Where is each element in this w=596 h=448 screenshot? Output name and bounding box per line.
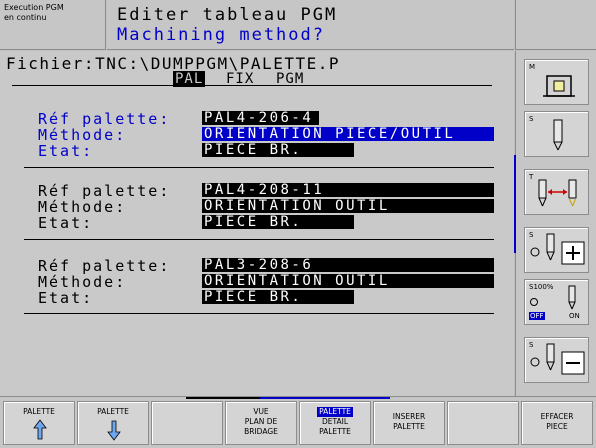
pallet-entry-2[interactable]: Réf palette: PAL4-208-11 Méthode: ORIENT… <box>24 182 494 242</box>
pallet-down-label: PALETTE <box>97 407 129 416</box>
tab-fix[interactable]: FIX <box>224 71 256 87</box>
delete-workpiece-button[interactable]: EFFACER PIECE <box>521 401 593 445</box>
softkey-row-indicator-blue <box>260 397 390 399</box>
pallet-down-button[interactable]: PALETTE <box>77 401 149 445</box>
state-value[interactable]: PIECE BR. <box>202 215 354 229</box>
pallet-ref-row: Réf palette: PAL3-208-6 <box>24 257 494 275</box>
pallet-ref-row: Réf palette: PAL4-206-4 <box>24 110 494 128</box>
level-tabs: PAL FIX PGM <box>12 71 492 89</box>
vertical-softkey-bar: M S T S S100% OFF ON S <box>514 51 596 396</box>
on-indicator[interactable]: ON <box>569 312 580 320</box>
spindle-minus-icon <box>530 343 585 375</box>
pallet-entry-1[interactable]: Réf palette: PAL4-206-4 Méthode: ORIENTA… <box>24 110 494 170</box>
softkey-empty-3[interactable] <box>151 401 223 445</box>
state-value[interactable]: PIECE BR. <box>202 143 354 157</box>
k5-line3: PALETTE <box>319 427 351 436</box>
page-title: Editer tableau PGM <box>117 5 338 25</box>
state-row: Etat: PIECE BR. <box>24 289 494 307</box>
m-function-button[interactable]: M <box>524 59 589 105</box>
method-value[interactable]: ORIENTATION PIECE/OUTIL <box>202 127 494 141</box>
k8-line2: PIECE <box>546 422 568 431</box>
state-row: Etat: PIECE BR. <box>24 142 494 160</box>
m-function-icon <box>543 75 575 97</box>
method-row: Méthode: ORIENTATION PIECE/OUTIL <box>24 126 494 144</box>
state-label: Etat: <box>38 142 94 160</box>
separator <box>24 239 494 240</box>
pallet-ref-value[interactable]: PAL3-208-6 <box>202 258 494 272</box>
method-row: Méthode: ORIENTATION OUTIL <box>24 198 494 216</box>
method-row: Méthode: ORIENTATION OUTIL <box>24 273 494 291</box>
off-indicator[interactable]: OFF <box>529 312 545 320</box>
method-value[interactable]: ORIENTATION OUTIL <box>202 199 494 213</box>
separator <box>24 167 494 168</box>
k4-line3: BRIDAGE <box>244 427 278 436</box>
arrow-up-icon <box>33 419 47 440</box>
k5-line1: PALETTE <box>317 407 353 417</box>
pallet-ref-row: Réf palette: PAL4-208-11 <box>24 182 494 200</box>
horizontal-softkey-bar: PALETTE PALETTE VUE PLAN DE BRIDAGE PALE… <box>0 396 596 448</box>
spindle-minus-button[interactable]: S <box>524 337 589 383</box>
separator <box>24 313 494 314</box>
k4-line1: VUE <box>253 407 269 416</box>
pallet-entry-3[interactable]: Réf palette: PAL3-208-6 Méthode: ORIENTA… <box>24 257 494 317</box>
k6-line1: INSERER <box>392 412 426 421</box>
header-title-area: Editer tableau PGM Machining method? <box>107 0 514 50</box>
spindle-override-button[interactable]: S100% OFF ON <box>524 279 589 325</box>
softkey-row-indicator <box>186 397 260 399</box>
spindle-plus-button[interactable]: S <box>524 227 589 273</box>
mode-line-2: en continu <box>4 13 47 22</box>
spindle-plus-icon <box>530 233 585 265</box>
pallet-ref-value[interactable]: PAL4-206-4 <box>202 111 319 125</box>
spindle-button[interactable]: S <box>524 111 589 157</box>
state-label: Etat: <box>38 289 94 307</box>
arrow-down-icon <box>107 420 121 441</box>
active-indicator <box>514 155 516 253</box>
method-value[interactable]: ORIENTATION OUTIL <box>202 274 494 288</box>
pallet-detail-button[interactable]: PALETTE DETAIL PALETTE <box>299 401 371 445</box>
k4-line2: PLAN DE <box>244 417 278 426</box>
pallet-up-label: PALETTE <box>23 407 55 416</box>
state-label: Etat: <box>38 214 94 232</box>
operating-mode-indicator: Execution PGM en continu <box>0 0 106 50</box>
tool-icon <box>553 119 563 151</box>
k8-line1: EFFACER <box>540 412 574 421</box>
main-panel: Fichier:TNC:\DUMPPGM\PALETTE.P PAL FIX P… <box>0 51 514 396</box>
tab-pgm[interactable]: PGM <box>274 71 306 87</box>
pallet-ref-value[interactable]: PAL4-208-11 <box>202 183 494 197</box>
state-value[interactable]: PIECE BR. <box>202 290 354 304</box>
clamping-plan-view-button[interactable]: VUE PLAN DE BRIDAGE <box>225 401 297 445</box>
state-row: Etat: PIECE BR. <box>24 214 494 232</box>
header-right-panel <box>515 0 596 50</box>
mode-line-1: Execution PGM <box>4 3 64 12</box>
k6-line2: PALETTE <box>393 422 425 431</box>
prompt-subtitle: Machining method? <box>117 25 325 45</box>
pallet-up-button[interactable]: PALETTE <box>3 401 75 445</box>
tool-change-icon <box>538 179 577 207</box>
k5-line2: DETAIL <box>321 417 349 426</box>
insert-pallet-button[interactable]: INSERER PALETTE <box>373 401 445 445</box>
softkey-empty-7[interactable] <box>447 401 519 445</box>
tab-pal[interactable]: PAL <box>173 71 206 87</box>
tool-change-button[interactable]: T <box>524 169 589 215</box>
